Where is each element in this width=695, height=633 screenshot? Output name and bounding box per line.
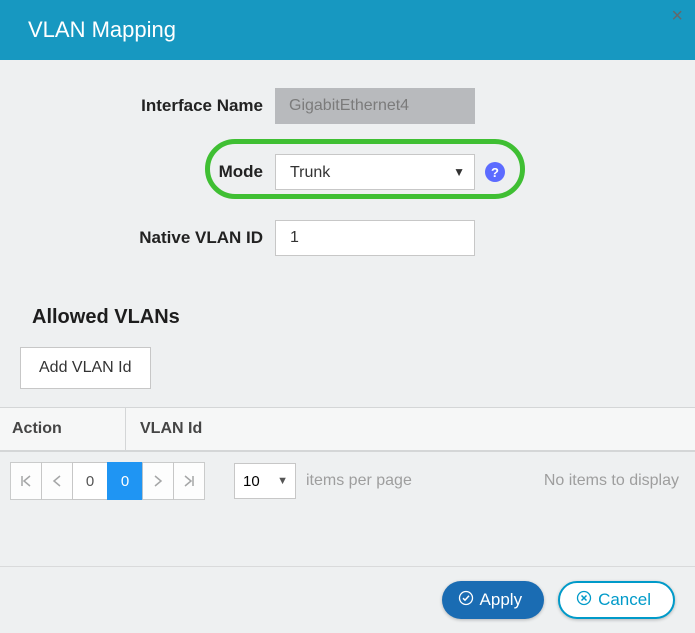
interface-name-field (275, 88, 475, 124)
close-icon[interactable]: × (671, 6, 683, 26)
empty-state-text: No items to display (544, 472, 679, 490)
native-vlan-label: Native VLAN ID (20, 228, 275, 248)
dialog-header: VLAN Mapping (0, 0, 695, 60)
cancel-circle-icon (576, 590, 592, 610)
help-icon[interactable]: ? (485, 162, 505, 182)
pager-page-0a[interactable]: 0 (72, 462, 108, 500)
pager-prev-icon[interactable] (41, 462, 73, 500)
apply-button[interactable]: Apply (442, 581, 545, 619)
add-vlan-id-button[interactable]: Add VLAN Id (20, 347, 151, 389)
pager: 0 0 10 ▼ items per page No items to disp… (0, 452, 695, 500)
native-vlan-field[interactable] (275, 220, 475, 256)
pager-next-icon[interactable] (142, 462, 174, 500)
form-area: Interface Name Mode Trunk ▼ ? Native VLA… (0, 60, 695, 284)
column-header-vlan-id: VLAN Id (125, 408, 695, 450)
apply-button-label: Apply (480, 590, 523, 610)
cancel-button-label: Cancel (598, 590, 651, 610)
vlan-table-header: Action VLAN Id (0, 407, 695, 452)
pager-page-0b[interactable]: 0 (107, 462, 143, 500)
row-native-vlan: Native VLAN ID (20, 220, 675, 256)
dialog-title: VLAN Mapping (28, 17, 176, 43)
cancel-button[interactable]: Cancel (558, 581, 675, 619)
pager-first-icon[interactable] (10, 462, 42, 500)
row-mode: Mode Trunk ▼ ? (20, 154, 675, 190)
pager-last-icon[interactable] (173, 462, 205, 500)
items-per-page-wrap: 10 ▼ (234, 463, 296, 499)
items-per-page-label: items per page (306, 472, 412, 490)
mode-select[interactable]: Trunk (275, 154, 475, 190)
items-per-page-select[interactable]: 10 (234, 463, 296, 499)
check-circle-icon (458, 590, 474, 610)
dialog-footer: Apply Cancel (0, 566, 695, 633)
column-header-action: Action (0, 420, 125, 438)
allowed-vlans-title: Allowed VLANs (32, 306, 695, 329)
row-interface-name: Interface Name (20, 88, 675, 124)
mode-label: Mode (20, 162, 275, 182)
mode-select-wrap: Trunk ▼ (275, 154, 475, 190)
interface-name-label: Interface Name (20, 96, 275, 116)
